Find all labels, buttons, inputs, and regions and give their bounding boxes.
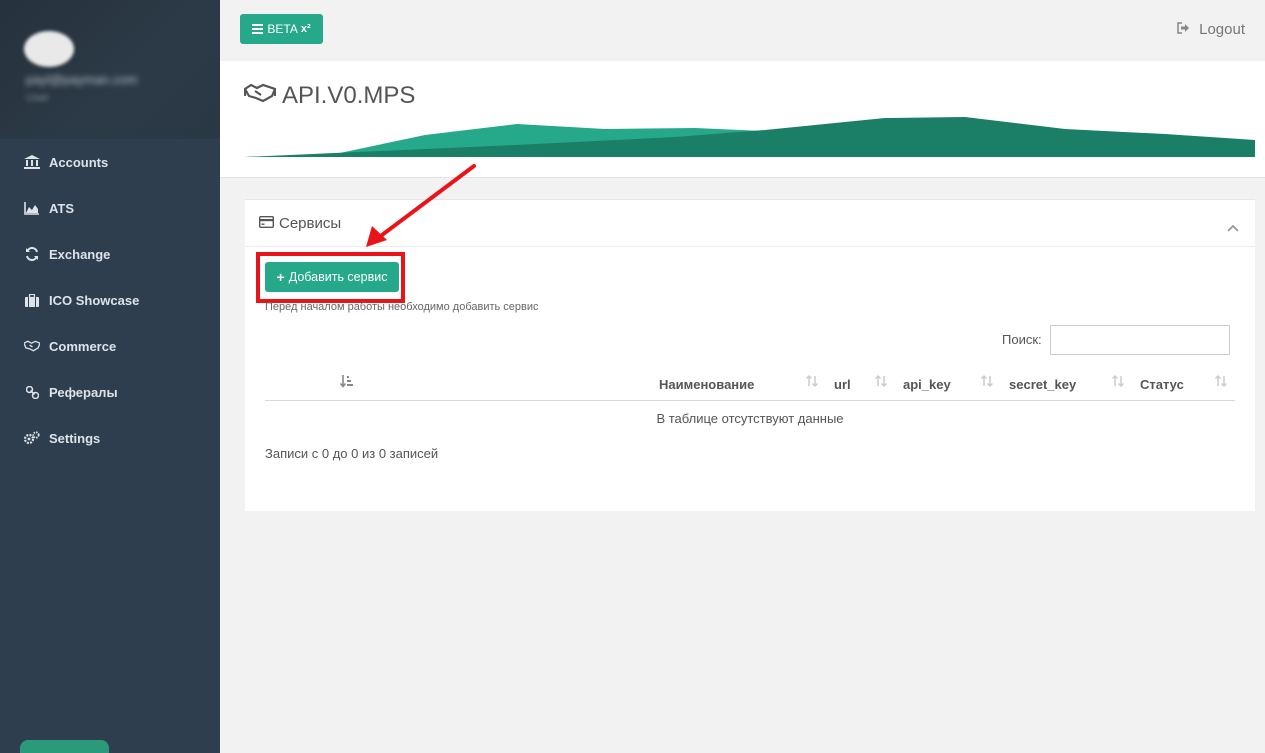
sidebar-item-label: ICO Showcase: [49, 292, 140, 308]
sidebar-item-settings[interactable]: Settings: [0, 420, 220, 456]
cogs-icon: [24, 431, 40, 445]
panel-title: Сервисы: [258, 215, 342, 232]
sidebar-item-label: ATS: [49, 200, 75, 216]
search-input[interactable]: [1050, 325, 1230, 355]
menu-toggle-button[interactable]: BETA x²: [240, 14, 323, 44]
sort-icon[interactable]: [980, 374, 994, 393]
sidebar-bottom-button[interactable]: [20, 740, 109, 753]
bank-icon: [24, 155, 40, 169]
sort-icon[interactable]: [874, 374, 888, 393]
plus-icon: +: [276, 269, 285, 285]
topbar: BETA x² Logout: [220, 0, 1265, 61]
link-icon: [24, 385, 40, 399]
sidebar-item-accounts[interactable]: Accounts: [0, 144, 220, 180]
sidebar-item-label: Settings: [49, 430, 101, 446]
sidebar-item-ats[interactable]: ATS: [0, 190, 220, 226]
records-info: Записи с 0 до 0 из 0 записей: [265, 446, 439, 461]
beta-label: BETA: [267, 22, 298, 36]
sort-icon[interactable]: [1111, 374, 1125, 393]
bars-icon: [252, 24, 264, 34]
add-service-button[interactable]: + Добавить сервис: [265, 262, 399, 292]
beta-superscript: x²: [300, 23, 311, 35]
column-header-api-key[interactable]: api_key: [903, 377, 951, 392]
page-title: API.V0.MPS: [243, 82, 416, 110]
sort-icon[interactable]: [1214, 374, 1228, 393]
handshake-icon: [243, 82, 282, 110]
panel-title-text: Сервисы: [279, 215, 342, 232]
page-title-text: API.V0.MPS: [282, 82, 416, 109]
panel-header: Сервисы: [245, 200, 1255, 247]
profile-email[interactable]: payl@payman.com: [26, 72, 137, 87]
sidebar-item-ico-showcase[interactable]: ICO Showcase: [0, 282, 220, 318]
profile-role[interactable]: User: [26, 92, 49, 104]
sidebar-item-label: Exchange: [49, 246, 111, 262]
column-header-status[interactable]: Статус: [1140, 377, 1184, 392]
chevron-up-icon[interactable]: [1227, 219, 1239, 237]
sidebar: payl@payman.com User Accounts ATS Exchan…: [0, 0, 220, 753]
page-header: API.V0.MPS: [220, 61, 1265, 178]
table-header: Наименование url api_key secret_key Стат…: [265, 368, 1235, 401]
header-wave-graphic: [245, 117, 1255, 157]
avatar[interactable]: [24, 31, 74, 67]
sort-icon[interactable]: [805, 374, 819, 393]
logout-label: Logout: [1199, 21, 1245, 38]
logout-link[interactable]: Logout: [1177, 21, 1245, 38]
sign-out-icon: [1177, 21, 1199, 38]
column-header-url[interactable]: url: [834, 377, 851, 392]
sidebar-item-label: Рефералы: [49, 384, 118, 400]
services-panel: Сервисы + Добавить сервис Перед началом …: [245, 199, 1255, 511]
profile-panel: payl@payman.com User: [0, 0, 220, 139]
sidebar-item-exchange[interactable]: Exchange: [0, 236, 220, 272]
briefcase-icon: [24, 293, 40, 307]
search-label: Поиск:: [1002, 332, 1042, 347]
sidebar-item-commerce[interactable]: Commerce: [0, 328, 220, 364]
area-chart-icon: [24, 201, 40, 215]
hint-text: Перед началом работы необходимо добавить…: [265, 301, 539, 313]
add-service-label: Добавить сервис: [288, 270, 388, 284]
credit-card-icon: [258, 215, 279, 232]
refresh-icon: [24, 247, 40, 261]
sidebar-item-referrals[interactable]: Рефералы: [0, 374, 220, 410]
table-empty-row: В таблице отсутствуют данные: [656, 411, 844, 426]
sidebar-item-label: Commerce: [49, 338, 117, 354]
sidebar-item-label: Accounts: [49, 154, 109, 170]
sort-amount-icon[interactable]: [339, 374, 354, 393]
column-header-name[interactable]: Наименование: [659, 377, 754, 392]
handshake-icon: [24, 339, 40, 353]
column-header-secret-key[interactable]: secret_key: [1009, 377, 1076, 392]
